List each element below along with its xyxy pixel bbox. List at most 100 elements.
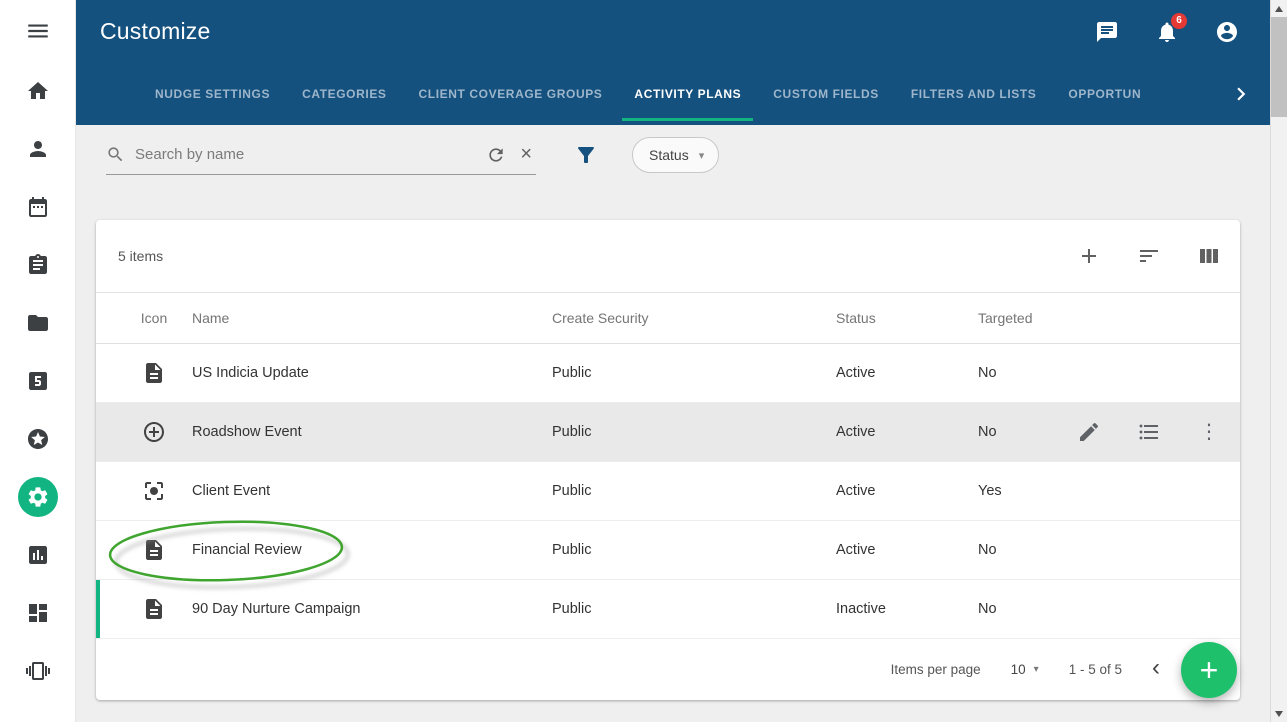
column-header-status: Status [836, 310, 978, 326]
contacts-icon[interactable] [0, 120, 76, 178]
vibration-icon[interactable] [0, 642, 76, 700]
folder-icon[interactable] [0, 294, 76, 352]
cell-name: Roadshow Event [192, 424, 552, 440]
column-header-icon: Icon [116, 310, 192, 326]
tab-custom-fields[interactable]: CUSTOM FIELDS [757, 63, 895, 125]
table-row[interactable]: US Indicia Update Public Active No [96, 344, 1240, 403]
cell-name: Client Event [192, 483, 552, 499]
table-row[interactable]: Financial Review Public Active No [96, 521, 1240, 580]
sidebar-item-settings-active[interactable] [0, 468, 76, 526]
center-focus-icon [116, 479, 192, 503]
tabs-scroll-right-chevron-icon[interactable] [1228, 81, 1270, 107]
previous-page-chevron-icon[interactable]: ‹ [1152, 656, 1160, 683]
plus-icon: + [1200, 652, 1219, 689]
star-circle-icon[interactable] [0, 410, 76, 468]
number-5-icon[interactable] [0, 352, 76, 410]
notification-count-badge: 6 [1171, 13, 1187, 29]
dropdown-caret-icon: ▾ [699, 149, 705, 162]
column-header-name: Name [192, 310, 552, 326]
activity-plans-card: 5 items Icon Name Create Security [96, 220, 1240, 700]
table-row[interactable]: Roadshow Event Public Active No ⋮ [96, 403, 1240, 462]
add-item-icon[interactable] [1077, 244, 1101, 268]
cell-create-security: Public [552, 542, 836, 558]
main-area: Customize 6 NUDGE SETTINGS CATEGORI [76, 0, 1270, 722]
items-per-page-label: Items per page [891, 662, 981, 677]
filter-bar: × Status ▾ [76, 125, 1270, 185]
scrollbar-track[interactable] [1271, 17, 1287, 705]
cell-targeted: No [978, 542, 1074, 558]
cell-status: Active [836, 483, 978, 499]
page-title: Customize [100, 18, 210, 45]
cell-create-security: Public [552, 365, 836, 381]
scroll-up-arrow-icon[interactable] [1271, 0, 1287, 17]
cell-status: Active [836, 424, 978, 440]
search-field: × [106, 135, 536, 175]
filter-funnel-icon[interactable] [574, 143, 598, 167]
add-activity-plan-fab[interactable]: + [1181, 642, 1237, 698]
cell-targeted: No [978, 365, 1074, 381]
document-icon [116, 538, 192, 562]
calendar-icon[interactable] [0, 178, 76, 236]
cell-targeted: No [978, 601, 1074, 617]
list-icon[interactable] [1137, 420, 1161, 444]
column-header-create-security: Create Security [552, 310, 836, 326]
settings-gear-icon [18, 477, 58, 517]
cell-create-security: Public [552, 483, 836, 499]
cell-name: US Indicia Update [192, 365, 552, 381]
tab-client-coverage-groups[interactable]: CLIENT COVERAGE GROUPS [403, 63, 619, 125]
refresh-icon[interactable] [486, 145, 506, 165]
hamburger-menu-icon[interactable] [0, 0, 76, 62]
table-header-row: Icon Name Create Security Status Targete… [96, 292, 1240, 344]
notifications-bell-icon[interactable]: 6 [1155, 20, 1179, 44]
dropdown-caret-icon: ▾ [1034, 664, 1039, 675]
clear-search-icon[interactable]: × [516, 144, 536, 166]
cell-name: Financial Review [192, 542, 552, 558]
sort-icon[interactable] [1137, 244, 1161, 268]
dashboard-icon[interactable] [0, 584, 76, 642]
table-row[interactable]: Client Event Public Active Yes [96, 462, 1240, 521]
cell-create-security: Public [552, 601, 836, 617]
account-avatar-icon[interactable] [1215, 20, 1239, 44]
column-header-targeted: Targeted [978, 310, 1074, 326]
columns-icon[interactable] [1197, 244, 1221, 268]
settings-tab-bar: NUDGE SETTINGS CATEGORIES CLIENT COVERAG… [76, 63, 1270, 125]
document-icon [116, 361, 192, 385]
cell-targeted: Yes [978, 483, 1074, 499]
bar-chart-icon[interactable] [0, 526, 76, 584]
tab-categories[interactable]: CATEGORIES [286, 63, 402, 125]
page-size-select[interactable]: 10 ▾ [1011, 662, 1039, 677]
cell-status: Active [836, 542, 978, 558]
tab-activity-plans[interactable]: ACTIVITY PLANS [618, 63, 757, 125]
cell-create-security: Public [552, 424, 836, 440]
edit-pencil-icon[interactable] [1077, 420, 1101, 444]
app-window: Customize 6 NUDGE SETTINGS CATEGORI [0, 0, 1287, 722]
table-row[interactable]: 90 Day Nurture Campaign Public Inactive … [96, 580, 1240, 639]
page-range-label: 1 - 5 of 5 [1069, 662, 1122, 677]
chat-icon[interactable] [1095, 20, 1119, 44]
scrollbar-thumb[interactable] [1271, 17, 1287, 117]
cell-name: 90 Day Nurture Campaign [192, 601, 552, 617]
status-filter-dropdown[interactable]: Status ▾ [632, 137, 719, 173]
document-icon [116, 597, 192, 621]
cell-targeted: No [978, 424, 1074, 440]
more-options-kebab-icon[interactable]: ⋮ [1197, 420, 1221, 444]
card-toolbar: 5 items [96, 220, 1240, 292]
scroll-down-arrow-icon[interactable] [1271, 705, 1287, 722]
tab-filters-and-lists[interactable]: FILTERS AND LISTS [895, 63, 1053, 125]
search-input[interactable] [135, 146, 476, 163]
tab-nudge-settings[interactable]: NUDGE SETTINGS [139, 63, 286, 125]
table-pagination: Items per page 10 ▾ 1 - 5 of 5 ‹ [96, 639, 1240, 699]
items-count-label: 5 items [118, 248, 163, 264]
status-filter-label: Status [649, 147, 689, 163]
page-size-value: 10 [1011, 662, 1026, 677]
cell-status: Active [836, 365, 978, 381]
row-actions: ⋮ [1074, 420, 1240, 444]
top-app-bar: Customize 6 NUDGE SETTINGS CATEGORI [76, 0, 1270, 125]
sidebar [0, 0, 76, 722]
tab-opportunities-truncated[interactable]: OPPORTUN [1052, 63, 1157, 125]
tasks-icon[interactable] [0, 236, 76, 294]
search-icon [106, 145, 125, 164]
vertical-scrollbar[interactable] [1270, 0, 1287, 722]
cell-status: Inactive [836, 601, 978, 617]
home-icon[interactable] [0, 62, 76, 120]
